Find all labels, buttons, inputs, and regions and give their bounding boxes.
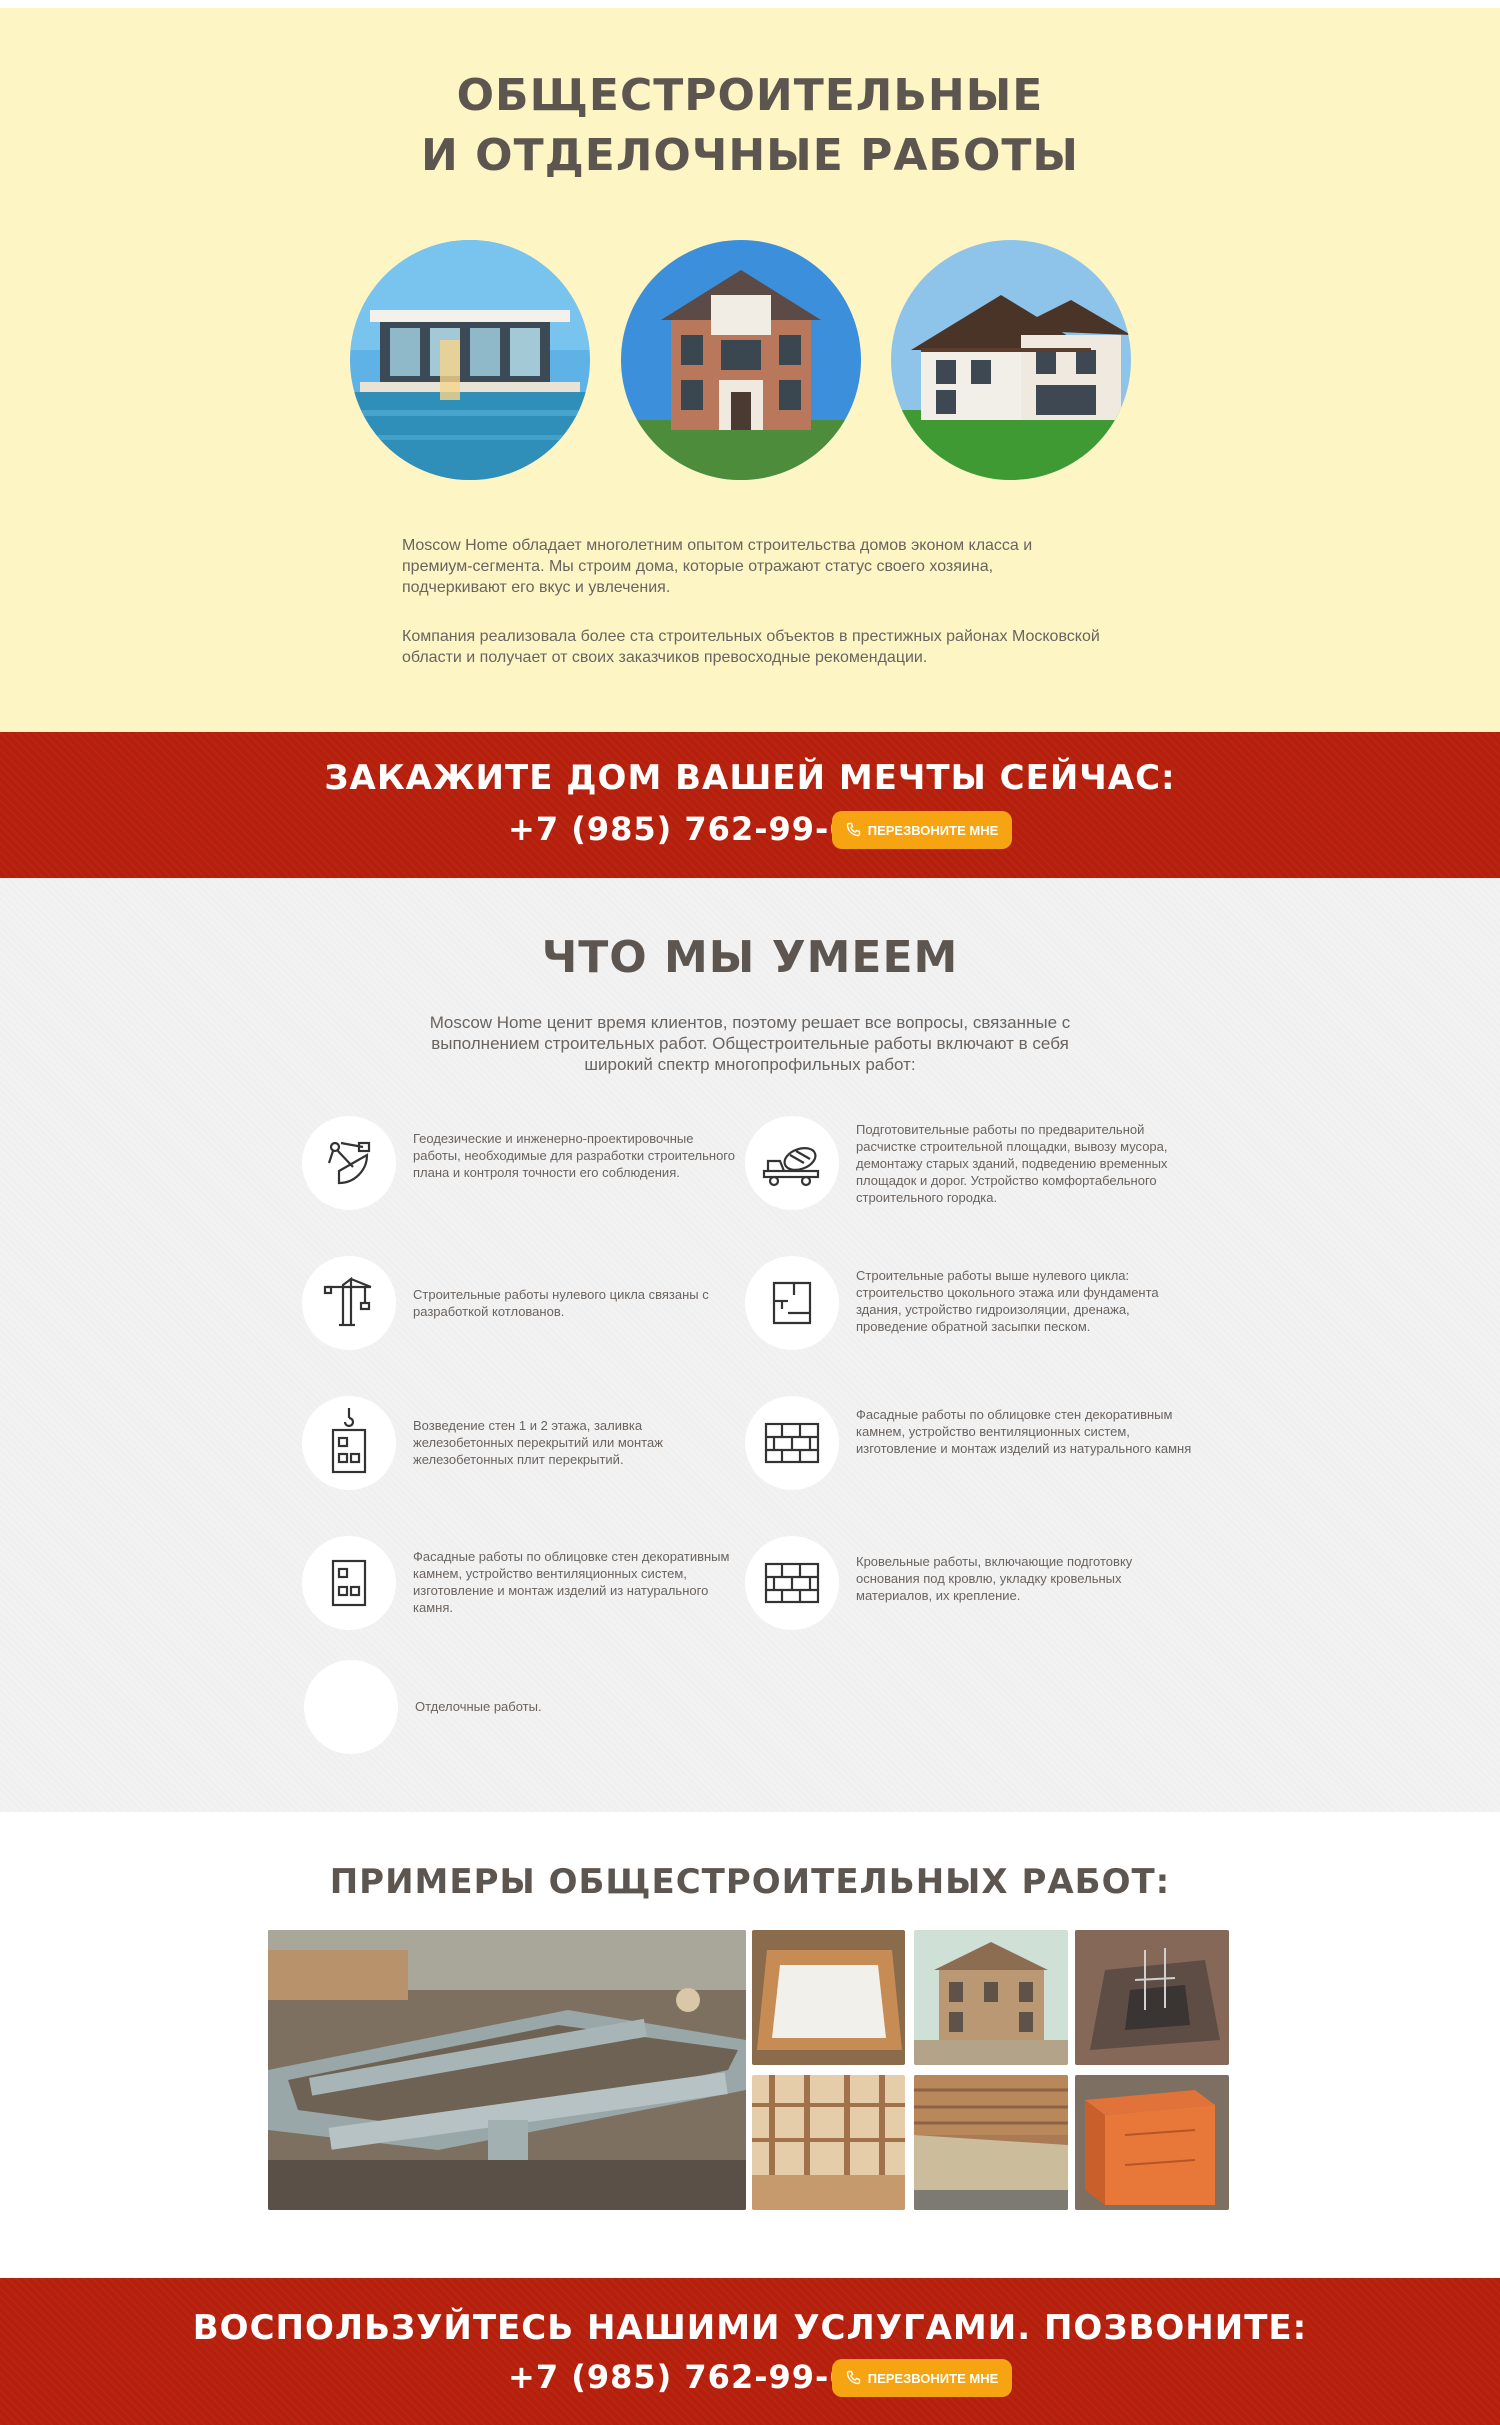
- brick-wall-icon: [745, 1536, 839, 1630]
- building-block-icon: [302, 1536, 396, 1630]
- timber-frame-photo[interactable]: [752, 2075, 905, 2210]
- chalet-house-photo: [891, 240, 1131, 480]
- skills-section: ЧТО МЫ УМЕЕМ Moscow Home ценит время кли…: [0, 878, 1500, 1812]
- cta-call-section: ВОСПОЛЬЗУЙТЕСЬ НАШИМИ УСЛУГАМИ. ПОЗВОНИТ…: [0, 2278, 1500, 2425]
- crane-hook-block-icon: [302, 1396, 396, 1490]
- callback-button[interactable]: ПЕРЕЗВОНИТЕ МНЕ: [832, 811, 1012, 849]
- foundation-formwork-photo[interactable]: [752, 1930, 905, 2065]
- skill-text-2: Подготовительные работы по предварительн…: [856, 1122, 1168, 1205]
- skill-text-8: Кровельные работы, включающие подготовку…: [856, 1554, 1133, 1603]
- examples-title: ПРИМЕРЫ ОБЩЕСТРОИТЕЛЬНЫХ РАБОТ:: [329, 1862, 1171, 1902]
- skills-title: ЧТО МЫ УМЕЕМ: [541, 932, 959, 983]
- skill-text-9: Отделочные работы.: [415, 1699, 542, 1714]
- skill-text-7: Фасадные работы по облицовке стен декора…: [413, 1549, 730, 1615]
- insulated-formwork-photo[interactable]: [1075, 2075, 1229, 2210]
- skill-text-3: Строительные работы нулевого цикла связа…: [413, 1287, 709, 1319]
- skills-intro: Moscow Home ценит время клиентов, поэтом…: [429, 1013, 1071, 1074]
- hero-title: ОБЩЕСТРОИТЕЛЬНЫЕ И ОТДЕЛОЧНЫЕ РАБОТЫ: [0, 66, 1500, 186]
- concrete-mixer-truck-icon: [745, 1116, 839, 1210]
- hero-section: ОБЩЕСТРОИТЕЛЬНЫЕ И ОТДЕЛОЧНЫЕ РАБОТЫ Mos…: [0, 8, 1500, 732]
- skill-text-5: Возведение стен 1 и 2 этажа, заливка жел…: [413, 1418, 663, 1467]
- hero-title-line1: ОБЩЕСТРОИТЕЛЬНЫЕ: [456, 70, 1044, 121]
- floor-plan-icon: [745, 1256, 839, 1350]
- cta-call-phone[interactable]: +7 (985) 762-99-66: [508, 2358, 876, 2396]
- surveying-instrument-icon: [302, 1116, 396, 1210]
- callback-button-bottom[interactable]: ПЕРЕЗВОНИТЕ МНЕ: [832, 2359, 1012, 2397]
- hero-paragraph-1: Moscow Home обладает многолетним опытом …: [402, 537, 1033, 596]
- modern-villa-photo: [350, 240, 590, 480]
- stone-plinth-photo[interactable]: [914, 2075, 1068, 2210]
- tower-crane-icon: [302, 1256, 396, 1350]
- phone-icon: [846, 2370, 860, 2385]
- hero-paragraph-2: Компания реализовала более ста строитель…: [402, 628, 1100, 666]
- callback-button-label: ПЕРЕЗВОНИТЕ МНЕ: [867, 822, 999, 838]
- skill-text-6: Фасадные работы по облицовке стен декора…: [856, 1407, 1192, 1456]
- skill-text-4: Строительные работы выше нулевого цикла:…: [856, 1268, 1159, 1334]
- empty-circle-icon: [304, 1660, 398, 1754]
- cta-order-section: ЗАКАЖИТЕ ДОМ ВАШЕЙ МЕЧТЫ СЕЙЧАС: +7 (985…: [0, 732, 1500, 878]
- stucco-house-photo[interactable]: [914, 1930, 1068, 2065]
- rebar-pit-photo[interactable]: [1075, 1930, 1229, 2065]
- cta-call-title: ВОСПОЛЬЗУЙТЕСЬ НАШИМИ УСЛУГАМИ. ПОЗВОНИТ…: [192, 2308, 1308, 2348]
- brick-wall-icon: [745, 1396, 839, 1490]
- cta-order-phone[interactable]: +7 (985) 762-99-66: [508, 810, 876, 848]
- brick-house-photo: [621, 240, 861, 480]
- hero-title-line2: И ОТДЕЛОЧНЫЕ РАБОТЫ: [421, 130, 1079, 181]
- log-foundation-photo[interactable]: [268, 1930, 746, 2210]
- callback-button-bottom-label: ПЕРЕЗВОНИТЕ МНЕ: [867, 2370, 999, 2386]
- phone-icon: [846, 822, 860, 837]
- cta-order-title: ЗАКАЖИТЕ ДОМ ВАШЕЙ МЕЧТЫ СЕЙЧАС:: [324, 758, 1176, 798]
- skill-text-1: Геодезические и инженерно-проектировочны…: [413, 1131, 735, 1180]
